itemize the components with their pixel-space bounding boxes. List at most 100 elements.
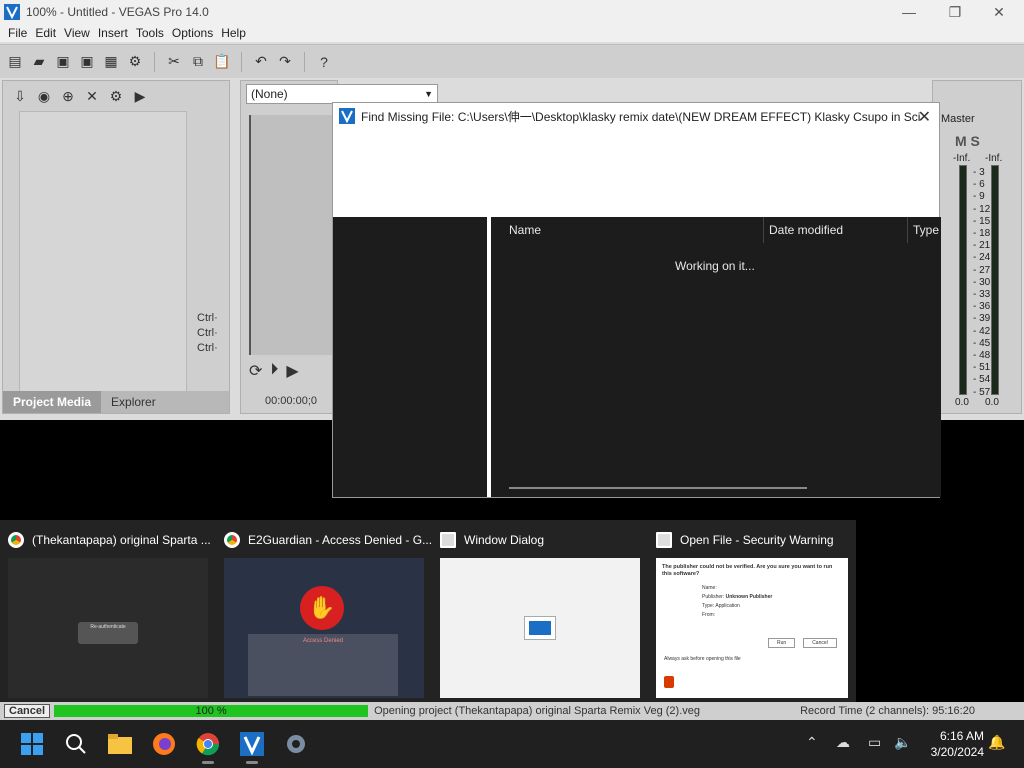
meter-scale-tick: - 51	[973, 362, 991, 374]
ctrl-label: Ctrl·	[197, 312, 218, 324]
title-bar: 100% - Untitled - VEGAS Pro 14.0 — ❐ ✕	[0, 0, 1024, 24]
trimmer-preview	[249, 115, 335, 355]
publisher-value: Unknown Publisher	[725, 594, 773, 600]
tab-project-media[interactable]: Project Media	[3, 391, 102, 413]
cut-icon[interactable]: ✂	[165, 53, 183, 71]
minimize-button[interactable]: —	[886, 0, 932, 24]
media-fx-icon[interactable]: ⚙	[107, 87, 125, 105]
toolbar-divider	[304, 51, 305, 72]
chrome-icon	[224, 532, 240, 548]
capture-icon[interactable]: ◉	[35, 87, 53, 105]
menu-help[interactable]: Help	[221, 26, 246, 40]
tab-explorer[interactable]: Explorer	[101, 391, 166, 413]
menu-insert[interactable]: Insert	[98, 26, 128, 40]
onedrive-icon[interactable]: ☁	[836, 734, 850, 751]
meter-scale-tick: - 21	[973, 240, 991, 252]
network-icon[interactable]: ▭	[868, 734, 881, 751]
toolbar-divider	[154, 51, 155, 72]
meter-left	[959, 165, 967, 395]
column-header-name[interactable]: Name	[509, 223, 541, 237]
fx-preset-value: (None)	[251, 87, 288, 101]
play-icon[interactable]: ▶	[286, 361, 298, 381]
thumbnail-sparta[interactable]: (Thekantapapa) original Sparta ... Re-au…	[0, 520, 211, 702]
menu-options[interactable]: Options	[172, 26, 213, 40]
vegas-icon[interactable]	[238, 730, 266, 764]
file-explorer-icon[interactable]	[106, 730, 134, 758]
remove-icon[interactable]: ✕	[83, 87, 101, 105]
web-icon[interactable]: ⊕	[59, 87, 77, 105]
menu-edit[interactable]: Edit	[35, 26, 56, 40]
notification-bell-icon[interactable]: 🔔	[988, 734, 1005, 751]
clock-date: 3/20/2024	[930, 745, 984, 759]
ctrl-label: Ctrl·	[197, 342, 218, 354]
menu-tools[interactable]: Tools	[136, 26, 164, 40]
navigation-pane[interactable]	[333, 217, 487, 497]
level-right: 0.0	[985, 397, 999, 408]
settings-icon[interactable]	[282, 730, 310, 758]
help-cursor-icon[interactable]: ?	[315, 53, 333, 71]
type-label: Type:	[702, 603, 715, 609]
thumbnail-window-dialog[interactable]: Window Dialog	[432, 520, 642, 702]
media-list[interactable]	[19, 111, 187, 393]
dialog-title: Find Missing File: C:\Users\伸一\Desktop\k…	[361, 109, 921, 124]
meter-scale-tick: - 15	[973, 215, 991, 227]
column-header-type[interactable]: Type	[913, 223, 939, 237]
clock[interactable]: 6:16 AM 3/20/2024	[931, 728, 984, 760]
meter-scale-tick: - 42	[973, 325, 991, 337]
paste-icon[interactable]: 📋	[213, 53, 231, 71]
thumbnail-e2guardian[interactable]: E2Guardian - Access Denied - G... ✋ Acce…	[216, 520, 432, 702]
column-header-date-modified[interactable]: Date modified	[769, 223, 843, 237]
project-media-toolbar: ⇩ ◉ ⊕ ✕ ⚙ ▶	[3, 81, 229, 111]
window-title: 100% - Untitled - VEGAS Pro 14.0	[26, 5, 209, 19]
firefox-icon[interactable]	[150, 730, 178, 758]
copy-icon[interactable]: ⧉	[189, 53, 207, 71]
taskbar-thumbnail-popup: (Thekantapapa) original Sparta ... Re-au…	[0, 520, 856, 702]
horizontal-scrollbar[interactable]	[509, 487, 807, 489]
thumbnail-preview: Re-authenticate	[8, 558, 208, 698]
volume-muted-icon[interactable]: 🔈	[894, 734, 911, 751]
menu-bar: File Edit View Insert Tools Options Help	[0, 24, 1024, 42]
save-icon[interactable]: ▣	[54, 53, 72, 71]
open-icon[interactable]: ▰	[30, 53, 48, 71]
menu-file[interactable]: File	[8, 26, 27, 40]
render-icon[interactable]: ▦	[102, 53, 120, 71]
meter-scale-tick: - 27	[973, 264, 991, 276]
save-as-icon[interactable]: ▣	[78, 53, 96, 71]
properties-icon[interactable]: ⚙	[126, 53, 144, 71]
cancel-button[interactable]: Cancel	[4, 704, 51, 718]
peak-right: -Inf.	[985, 153, 1003, 164]
meter-scale-tick: - 36	[973, 301, 991, 313]
ctrl-labels: Ctrl· Ctrl· Ctrl·	[197, 311, 218, 356]
meter-scale: - 3- 6- 9- 12- 15- 18- 21- 24- 27- 30- 3…	[973, 167, 990, 399]
import-media-icon[interactable]: ⇩	[11, 87, 29, 105]
dialog-close-button[interactable]: ✕	[918, 107, 931, 127]
meter-scale-tick: - 45	[973, 337, 991, 349]
loading-status: Working on it...	[675, 259, 755, 273]
mute-solo-buttons[interactable]: M S	[955, 133, 980, 149]
chrome-icon[interactable]	[194, 730, 222, 764]
new-icon[interactable]: ▤	[6, 53, 24, 71]
ctrl-column: Ctrl· Ctrl· Ctrl·	[193, 111, 223, 391]
menu-view[interactable]: View	[64, 26, 90, 40]
vegas-app-icon	[4, 4, 20, 20]
meter-scale-tick: - 18	[973, 228, 991, 240]
search-icon[interactable]	[62, 730, 90, 758]
play-from-start-icon[interactable]: ⏵	[270, 361, 278, 381]
redo-icon[interactable]: ↷	[276, 53, 294, 71]
start-icon[interactable]	[18, 730, 46, 758]
maximize-button[interactable]: ❐	[932, 0, 978, 24]
fx-preset-select[interactable]: (None) ▼	[246, 84, 438, 104]
file-list-pane[interactable]: Name Date modified Type Working on it...	[491, 217, 941, 497]
shield-icon	[664, 676, 674, 688]
find-missing-file-dialog: Find Missing File: C:\Users\伸一\Desktop\k…	[332, 102, 941, 498]
undo-icon[interactable]: ↶	[252, 53, 270, 71]
meter-scale-tick: - 54	[973, 374, 991, 386]
close-button[interactable]: ✕	[976, 0, 1022, 24]
chevron-up-icon[interactable]: ⌃	[806, 734, 818, 751]
thumbnail-security-warning[interactable]: Open File - Security Warning The publish…	[648, 520, 858, 702]
loop-icon[interactable]: ⟳	[249, 361, 262, 381]
play-icon[interactable]: ▶	[131, 87, 149, 105]
thumbnail-preview: ✋ Access Denied	[224, 558, 424, 698]
level-left: 0.0	[955, 397, 969, 408]
dialog-title-bar: Find Missing File: C:\Users\伸一\Desktop\k…	[333, 103, 939, 129]
